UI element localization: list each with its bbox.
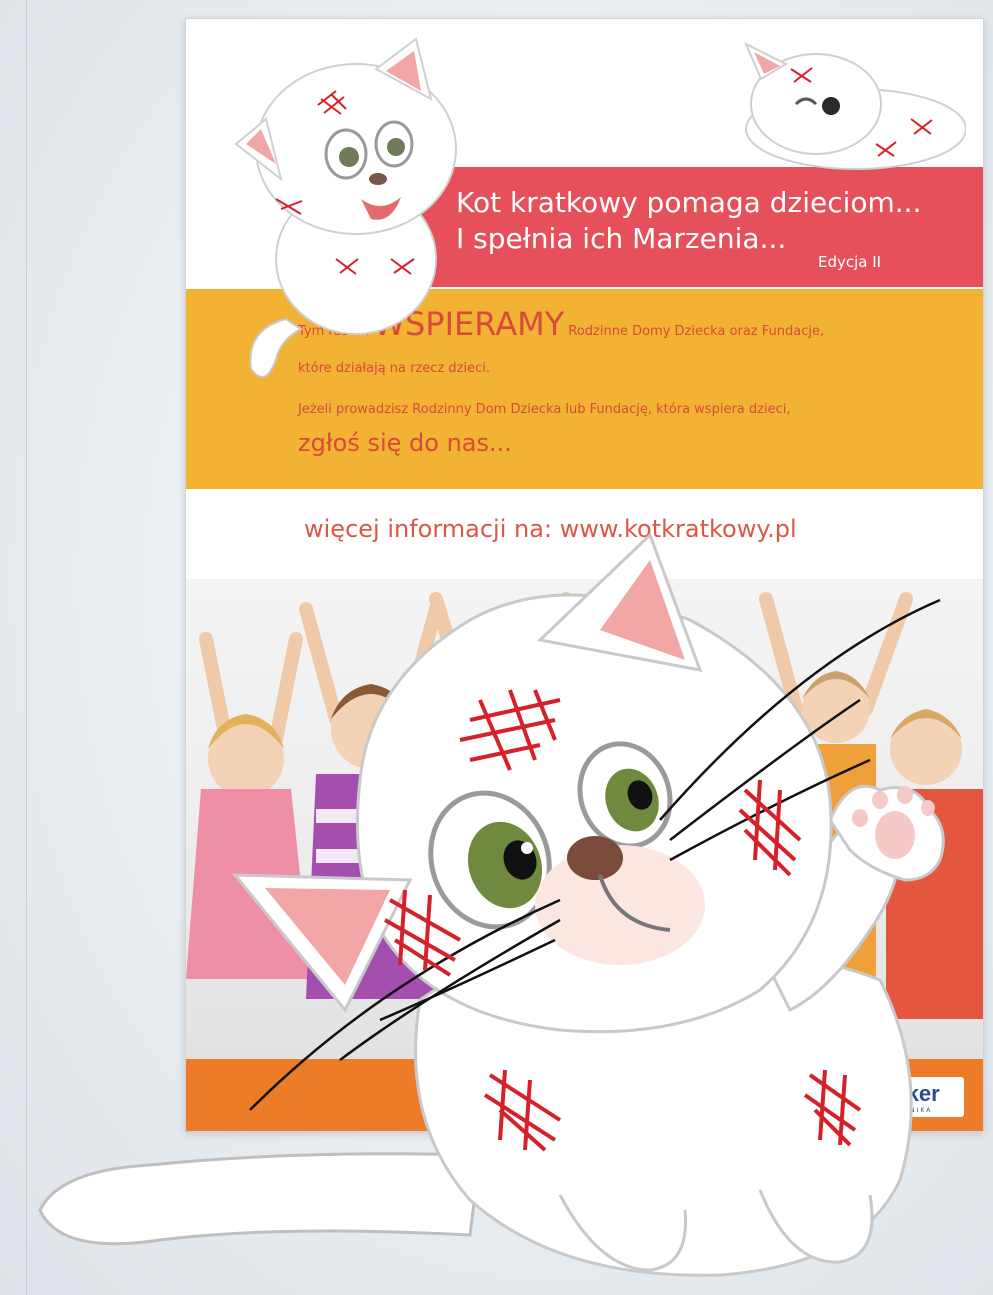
children-photo-illustration bbox=[186, 592, 983, 1019]
footer-band bbox=[186, 1059, 983, 1131]
more-info-link-text: więcej informacji na: www.kotkratkowy.pl bbox=[304, 515, 797, 543]
edition-label: Edycja II bbox=[818, 253, 882, 271]
page-edge-line bbox=[26, 0, 27, 1295]
children-photo bbox=[186, 579, 983, 1059]
lying-cat-icon bbox=[744, 41, 966, 170]
sitting-cat-icon bbox=[234, 37, 457, 378]
sponsor-logo-text: ocker bbox=[881, 1081, 940, 1106]
headline-line-1: Kot kratkowy pomaga dzieciom... bbox=[456, 186, 922, 219]
headline: Kot kratkowy pomaga dzieciom... I spełni… bbox=[456, 185, 922, 257]
apply-line-2: zgłoś się do nas... bbox=[298, 429, 512, 457]
support-suffix: Rodzinne Domy Dziecka oraz Fundacje, bbox=[568, 324, 825, 339]
promo-poster: Kot kratkowy pomaga dzieciom... I spełni… bbox=[185, 18, 984, 1132]
apply-call-to-action: zgłoś się do nas... bbox=[298, 429, 512, 457]
headline-line-2: I spełnia ich Marzenia... bbox=[456, 222, 787, 255]
apply-line-1: Jeżeli prowadzisz Rodzinny Dom Dziecka l… bbox=[298, 402, 791, 417]
sponsor-logo-subtext: TECHNIKA bbox=[886, 1107, 933, 1114]
